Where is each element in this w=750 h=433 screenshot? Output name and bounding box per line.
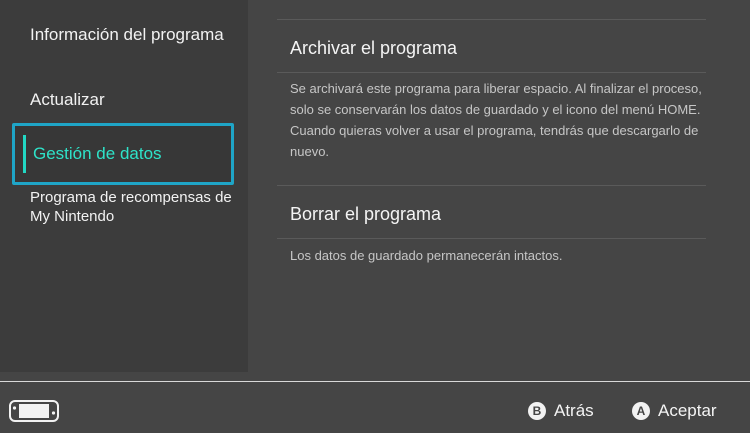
- section-title: Archivar el programa: [290, 38, 458, 58]
- divider: [277, 72, 706, 73]
- a-button-icon: A: [632, 402, 650, 420]
- sidebar-item-label: Gestión de datos: [33, 144, 162, 163]
- divider: [277, 238, 706, 239]
- divider: [277, 19, 706, 20]
- accept-label: Aceptar: [658, 401, 717, 420]
- sidebar-item-label: Actualizar: [30, 90, 105, 109]
- archive-description: Se archivará este programa para liberar …: [290, 81, 702, 159]
- back-button[interactable]: B Atrás: [528, 400, 594, 422]
- footer: B Atrás A Aceptar: [0, 382, 750, 433]
- delete-description: Los datos de guardado permanecerán intac…: [290, 248, 563, 263]
- sidebar-item-label: Información del programa: [30, 25, 224, 44]
- sidebar-item-label: Programa de recompensas de My Nintendo: [30, 189, 232, 225]
- archive-program-button[interactable]: Archivar el programa: [290, 37, 457, 59]
- sidebar-item-update[interactable]: Actualizar: [30, 89, 235, 110]
- section-title: Borrar el programa: [290, 204, 442, 224]
- divider: [277, 185, 706, 186]
- b-button-icon: B: [528, 402, 546, 420]
- handheld-console-icon: [9, 400, 59, 422]
- sidebar-item-my-nintendo-rewards[interactable]: Programa de recompensas de My Nintendo: [30, 188, 235, 226]
- sidebar-item-data-management[interactable]: Gestión de datos: [12, 123, 234, 185]
- back-label: Atrás: [554, 401, 594, 420]
- accept-button[interactable]: A Aceptar: [632, 400, 717, 422]
- delete-program-button[interactable]: Borrar el programa: [290, 203, 441, 225]
- sidebar-item-program-info[interactable]: Información del programa: [30, 24, 235, 45]
- selection-indicator: [23, 135, 26, 173]
- sidebar: Información del programa Actualizar Gest…: [0, 0, 248, 372]
